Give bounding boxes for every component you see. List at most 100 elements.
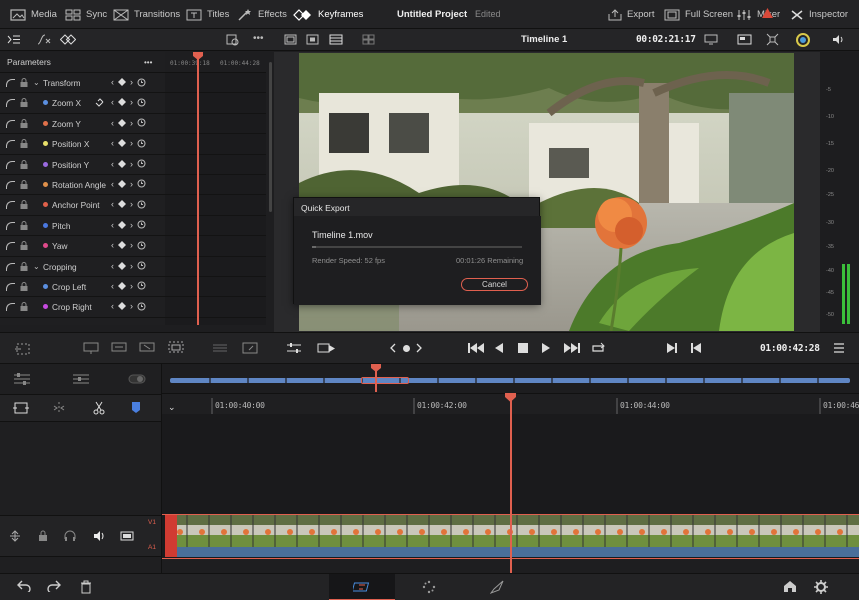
track-lock-icon[interactable] — [38, 530, 48, 542]
previous-edit-icon[interactable] — [389, 342, 397, 354]
go-to-start-icon[interactable] — [467, 342, 485, 354]
previous-keyframe-icon[interactable]: ‹ — [111, 97, 114, 107]
video-clip[interactable] — [165, 515, 859, 547]
link-icon[interactable] — [95, 98, 104, 108]
curve-toggle-icon[interactable] — [6, 119, 15, 128]
overwrite-clip-icon[interactable] — [110, 341, 128, 355]
add-keyframe-icon[interactable] — [118, 281, 126, 290]
color-wheel-icon[interactable] — [796, 33, 810, 47]
track-select-icon[interactable] — [14, 341, 32, 357]
kf-playhead[interactable] — [197, 52, 199, 325]
reset-icon[interactable] — [137, 281, 146, 290]
lock-icon[interactable] — [20, 159, 28, 169]
next-keyframe-icon[interactable]: › — [130, 77, 133, 87]
kf-playhead-head[interactable] — [193, 52, 203, 60]
transform-icon[interactable] — [766, 33, 779, 46]
chevron-down-icon[interactable]: ⌄ — [33, 78, 40, 87]
monitor-icon[interactable] — [704, 34, 718, 45]
parameter-row[interactable]: Rotation Angle ‹ › — [0, 175, 165, 196]
titles-button[interactable]: Titles — [186, 7, 229, 22]
viewer-mode-icon[interactable] — [284, 34, 297, 45]
go-to-end-icon[interactable] — [563, 342, 581, 354]
keyframe-lane[interactable] — [165, 114, 266, 135]
effects-button[interactable]: Effects — [237, 7, 287, 22]
keyframe-lane[interactable] — [165, 155, 266, 175]
parameter-row[interactable]: Anchor Point ‹ › — [0, 195, 165, 216]
safe-area-icon[interactable] — [306, 34, 319, 45]
home-icon[interactable] — [783, 580, 797, 593]
play-icon[interactable] — [541, 342, 551, 354]
keyframes-button[interactable]: Keyframes — [293, 7, 363, 22]
parameter-row[interactable]: Pitch ‹ › — [0, 216, 165, 237]
curve-toggle-icon[interactable] — [6, 201, 15, 210]
curve-editor-icon[interactable] — [37, 34, 51, 45]
add-keyframe-icon[interactable] — [118, 139, 126, 148]
curve-toggle-icon[interactable] — [6, 160, 15, 169]
mark-in-icon[interactable] — [666, 342, 678, 354]
add-keyframe-icon[interactable] — [118, 118, 126, 127]
next-keyframe-icon[interactable]: › — [130, 138, 133, 148]
curve-toggle-icon[interactable] — [6, 99, 15, 108]
media-button[interactable]: Media — [10, 7, 57, 22]
add-keyframe-icon[interactable] — [118, 241, 126, 250]
reset-icon[interactable] — [137, 118, 146, 127]
place-on-top-icon[interactable] — [167, 340, 185, 356]
keyframe-lane[interactable] — [165, 236, 266, 257]
lock-icon[interactable] — [20, 139, 28, 149]
next-keyframe-icon[interactable]: › — [130, 118, 133, 128]
clip-height-icon[interactable] — [72, 372, 90, 386]
parameters-more-icon[interactable]: ••• — [144, 52, 152, 73]
lock-icon[interactable] — [20, 261, 28, 271]
previous-keyframe-icon[interactable]: ‹ — [111, 220, 114, 230]
inspector-button[interactable]: Inspector — [790, 7, 848, 22]
curve-toggle-icon[interactable] — [6, 180, 15, 189]
parameter-row[interactable]: Yaw ‹ › — [0, 236, 165, 257]
previous-keyframe-icon[interactable]: ‹ — [111, 301, 114, 311]
lock-icon[interactable] — [20, 98, 28, 108]
smart-insert-icon[interactable] — [317, 342, 336, 355]
parameter-row[interactable]: Crop Left ‹ › — [0, 277, 165, 298]
curve-toggle-icon[interactable] — [6, 221, 15, 230]
export-button[interactable]: Export — [608, 7, 654, 22]
previous-keyframe-icon[interactable]: ‹ — [111, 240, 114, 250]
volume-icon[interactable] — [832, 34, 844, 45]
marker-dot-icon[interactable] — [402, 344, 411, 353]
curve-toggle-icon[interactable] — [6, 242, 15, 251]
menu-icon[interactable] — [833, 343, 845, 353]
settings-gear-icon[interactable] — [814, 580, 828, 594]
previous-keyframe-icon[interactable]: ‹ — [111, 77, 114, 87]
previous-keyframe-icon[interactable]: ‹ — [111, 261, 114, 271]
add-keyframe-icon[interactable] — [118, 159, 126, 168]
keyframe-lane[interactable] — [165, 93, 266, 114]
sync-button[interactable]: Sync — [65, 7, 107, 22]
play-reverse-icon[interactable] — [494, 342, 504, 354]
keyframe-lane[interactable] — [165, 297, 266, 318]
curve-toggle-icon[interactable] — [6, 303, 15, 312]
previous-keyframe-icon[interactable]: ‹ — [111, 179, 114, 189]
keyframe-view-icon[interactable] — [60, 34, 76, 45]
scissors-icon[interactable] — [92, 401, 106, 415]
lock-icon[interactable] — [20, 179, 28, 189]
next-keyframe-icon[interactable]: › — [130, 261, 133, 271]
parameters-scrollbar[interactable] — [267, 52, 274, 325]
lock-icon[interactable] — [20, 118, 28, 128]
reset-icon[interactable] — [137, 98, 146, 107]
film-strip-icon[interactable] — [329, 34, 343, 45]
zoom-fit-icon[interactable] — [226, 34, 240, 46]
undo-icon[interactable] — [17, 580, 31, 592]
track-height-icon[interactable] — [9, 530, 21, 542]
append-icon[interactable] — [241, 341, 259, 355]
marker-flag-icon[interactable] — [131, 401, 141, 415]
more-options-icon[interactable]: ••• — [253, 33, 264, 44]
add-keyframe-icon[interactable] — [118, 261, 126, 270]
reset-icon[interactable] — [137, 159, 146, 168]
mini-viewport-box[interactable] — [361, 377, 409, 384]
keyframe-lane[interactable] — [165, 175, 266, 196]
next-keyframe-icon[interactable]: › — [130, 240, 133, 250]
curve-toggle-icon[interactable] — [6, 140, 15, 149]
headphones-icon[interactable] — [64, 530, 76, 542]
next-keyframe-icon[interactable]: › — [130, 179, 133, 189]
blade-edit-icon[interactable] — [52, 401, 66, 415]
mini-playhead-head[interactable] — [371, 364, 381, 372]
reset-icon[interactable] — [137, 261, 146, 270]
